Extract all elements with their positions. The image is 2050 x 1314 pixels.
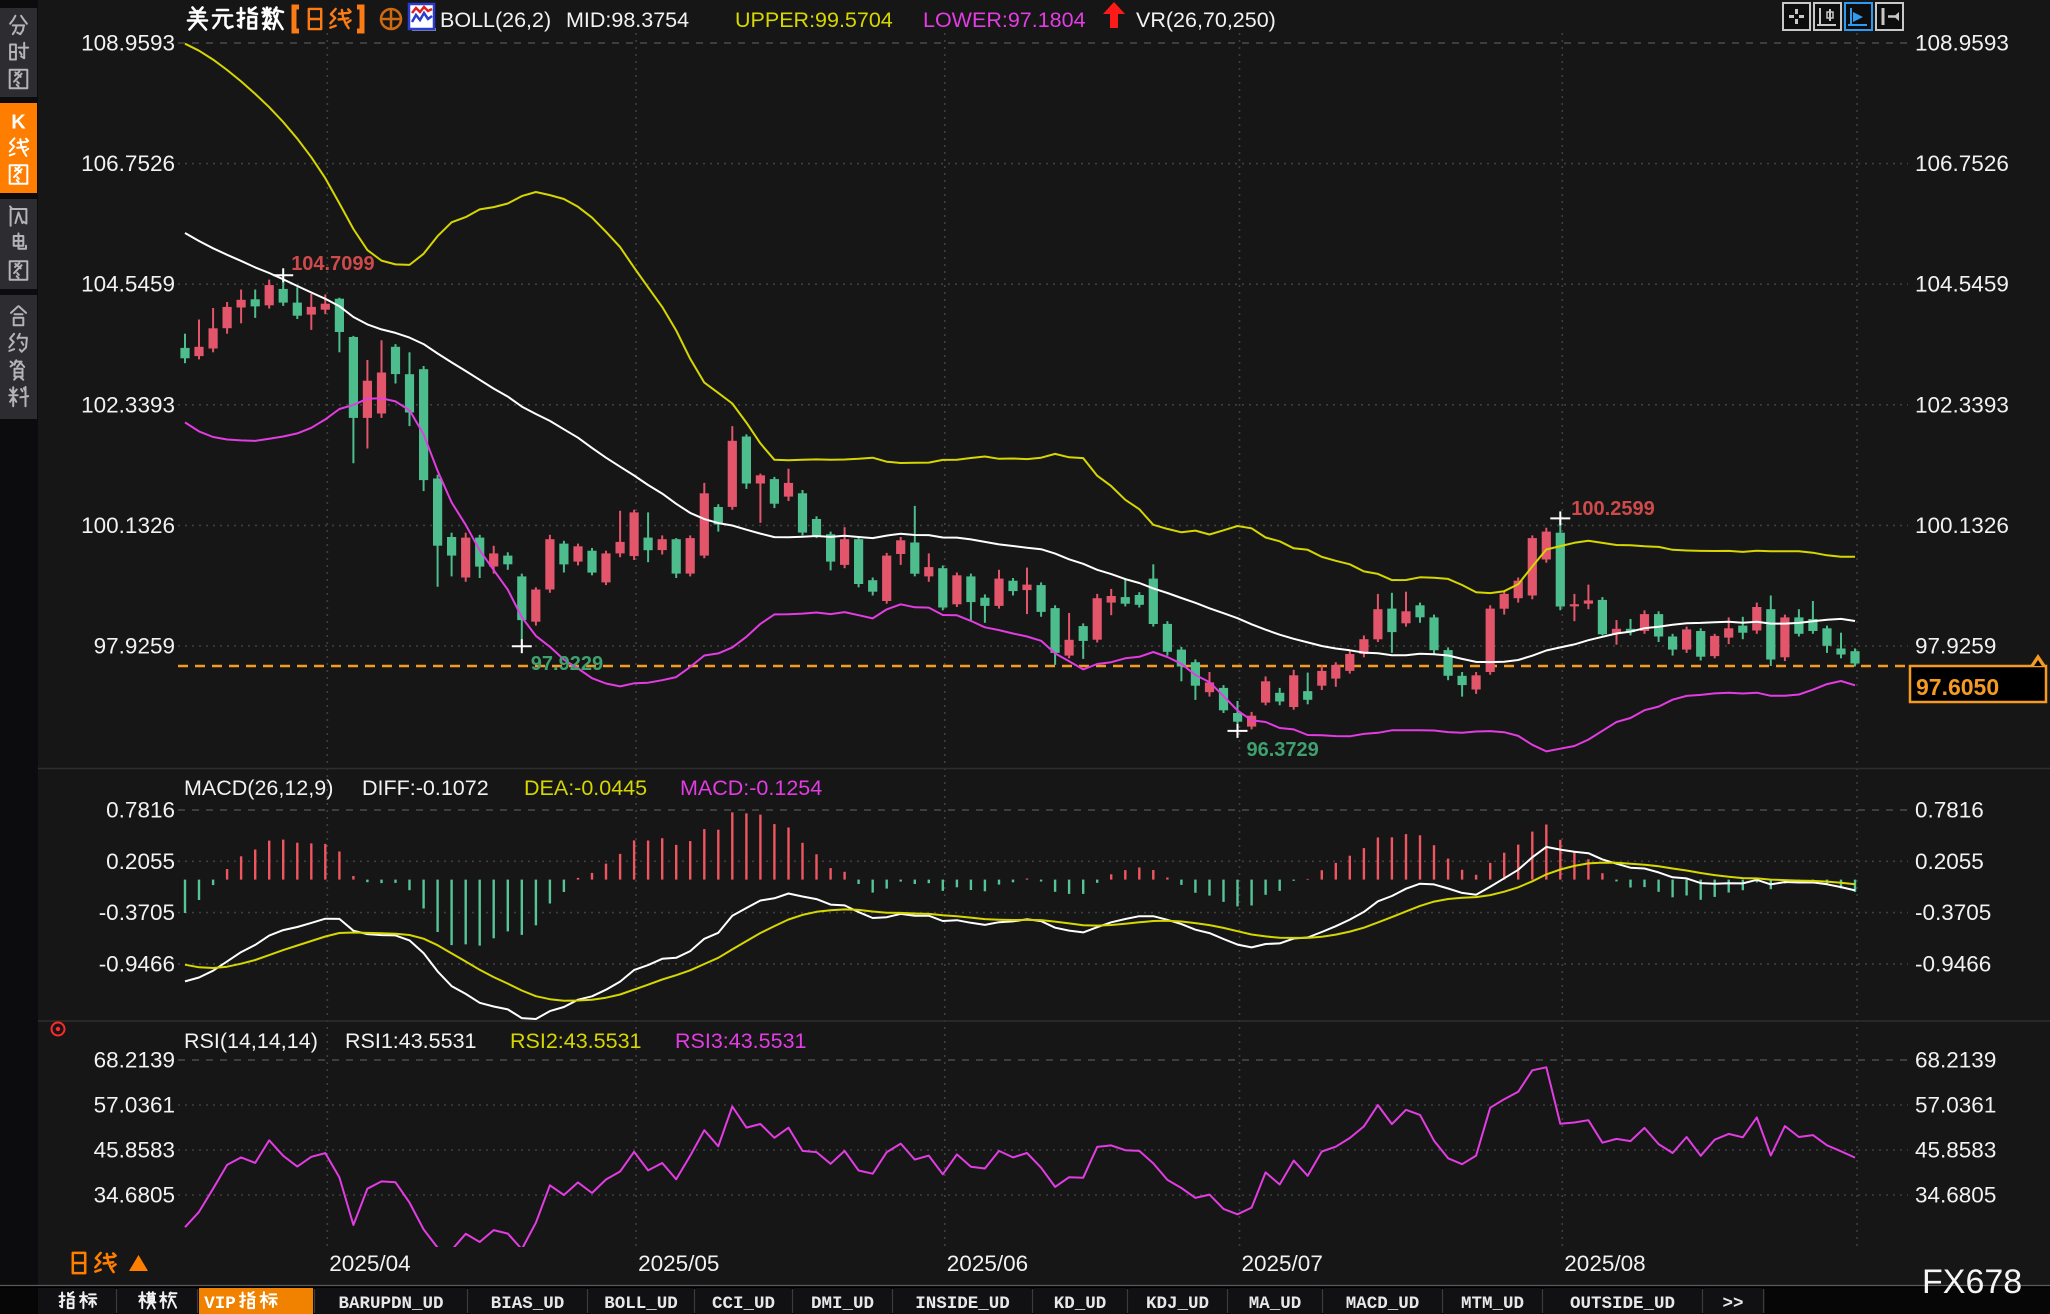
svg-text:96.3729: 96.3729 — [1247, 739, 1319, 761]
svg-text:97.9259: 97.9259 — [1915, 634, 1996, 659]
svg-text:-0.9466: -0.9466 — [99, 951, 175, 976]
svg-text:104.5459: 104.5459 — [1915, 272, 2009, 297]
svg-text:97.9259: 97.9259 — [94, 634, 175, 659]
svg-text:KDJ_UD: KDJ_UD — [1146, 1294, 1209, 1314]
svg-text:34.6805: 34.6805 — [94, 1183, 175, 1208]
svg-text:INSIDE_UD: INSIDE_UD — [915, 1294, 1010, 1314]
svg-text:DMI_UD: DMI_UD — [811, 1294, 874, 1314]
svg-text:RSI(14,14,14): RSI(14,14,14) — [184, 1029, 318, 1053]
svg-text:-0.3705: -0.3705 — [1915, 900, 1991, 925]
svg-text:BOLL(26,2): BOLL(26,2) — [440, 8, 551, 32]
svg-text:MA_UD: MA_UD — [1249, 1294, 1302, 1314]
svg-text:LOWER:97.1804: LOWER:97.1804 — [923, 8, 1086, 32]
svg-text:OUTSIDE_UD: OUTSIDE_UD — [1570, 1294, 1675, 1314]
svg-text:-0.9466: -0.9466 — [1915, 951, 1991, 976]
svg-text:K: K — [11, 112, 26, 134]
svg-text:CCI_UD: CCI_UD — [712, 1294, 775, 1314]
svg-text:>>: >> — [1722, 1294, 1743, 1314]
svg-text:2025/05: 2025/05 — [638, 1251, 719, 1276]
svg-text:100.1326: 100.1326 — [1915, 513, 2009, 538]
svg-text:MID:98.3754: MID:98.3754 — [566, 8, 689, 32]
svg-text:2025/08: 2025/08 — [1564, 1251, 1645, 1276]
svg-text:MACD(26,12,9): MACD(26,12,9) — [184, 776, 333, 800]
svg-text:104.5459: 104.5459 — [81, 272, 175, 297]
svg-text:DIFF:-0.1072: DIFF:-0.1072 — [362, 776, 489, 800]
svg-text:UPPER:99.5704: UPPER:99.5704 — [735, 8, 893, 32]
svg-text:102.3393: 102.3393 — [81, 392, 175, 417]
svg-text:97.6050: 97.6050 — [1916, 674, 1999, 700]
svg-text:108.9593: 108.9593 — [81, 31, 175, 56]
svg-text:108.9593: 108.9593 — [1915, 31, 2009, 56]
svg-text:DEA:-0.0445: DEA:-0.0445 — [524, 776, 647, 800]
svg-text:0.7816: 0.7816 — [106, 798, 175, 823]
svg-text:100.1326: 100.1326 — [81, 513, 175, 538]
svg-text:68.2139: 68.2139 — [1915, 1048, 1996, 1073]
svg-text:45.8583: 45.8583 — [94, 1138, 175, 1163]
svg-text:MACD:-0.1254: MACD:-0.1254 — [680, 776, 822, 800]
svg-text:106.7526: 106.7526 — [1915, 151, 2009, 176]
svg-text:FX678: FX678 — [1922, 1263, 2022, 1301]
svg-text:KD_UD: KD_UD — [1054, 1294, 1107, 1314]
svg-text:MACD_UD: MACD_UD — [1346, 1294, 1420, 1314]
svg-text:RSI3:43.5531: RSI3:43.5531 — [675, 1029, 807, 1053]
svg-text:0.7816: 0.7816 — [1915, 798, 1984, 823]
svg-text:VR(26,70,250): VR(26,70,250) — [1136, 8, 1276, 32]
svg-text:BARUPDN_UD: BARUPDN_UD — [338, 1294, 443, 1314]
svg-text:BOLL_UD: BOLL_UD — [604, 1294, 678, 1314]
svg-text:RSI2:43.5531: RSI2:43.5531 — [510, 1029, 642, 1053]
svg-text:106.7526: 106.7526 — [81, 151, 175, 176]
svg-text:34.6805: 34.6805 — [1915, 1183, 1996, 1208]
svg-text:0.2055: 0.2055 — [106, 849, 175, 874]
svg-text:104.7099: 104.7099 — [291, 253, 374, 275]
svg-text:2025/06: 2025/06 — [947, 1251, 1028, 1276]
svg-text:57.0361: 57.0361 — [94, 1093, 175, 1118]
svg-text:57.0361: 57.0361 — [1915, 1093, 1996, 1118]
svg-text:2025/07: 2025/07 — [1242, 1251, 1323, 1276]
svg-text:VIP: VIP — [204, 1294, 236, 1314]
svg-text:102.3393: 102.3393 — [1915, 392, 2009, 417]
svg-text:68.2139: 68.2139 — [94, 1048, 175, 1073]
svg-text:0.2055: 0.2055 — [1915, 849, 1984, 874]
svg-text:MTM_UD: MTM_UD — [1461, 1294, 1524, 1314]
svg-text:-0.3705: -0.3705 — [99, 900, 175, 925]
svg-text:100.2599: 100.2599 — [1571, 498, 1654, 520]
svg-text:97.9229: 97.9229 — [531, 653, 603, 675]
svg-text:2025/04: 2025/04 — [329, 1251, 410, 1276]
svg-text:RSI1:43.5531: RSI1:43.5531 — [345, 1029, 477, 1053]
svg-text:45.8583: 45.8583 — [1915, 1138, 1996, 1163]
svg-text:BIAS_UD: BIAS_UD — [491, 1294, 565, 1314]
